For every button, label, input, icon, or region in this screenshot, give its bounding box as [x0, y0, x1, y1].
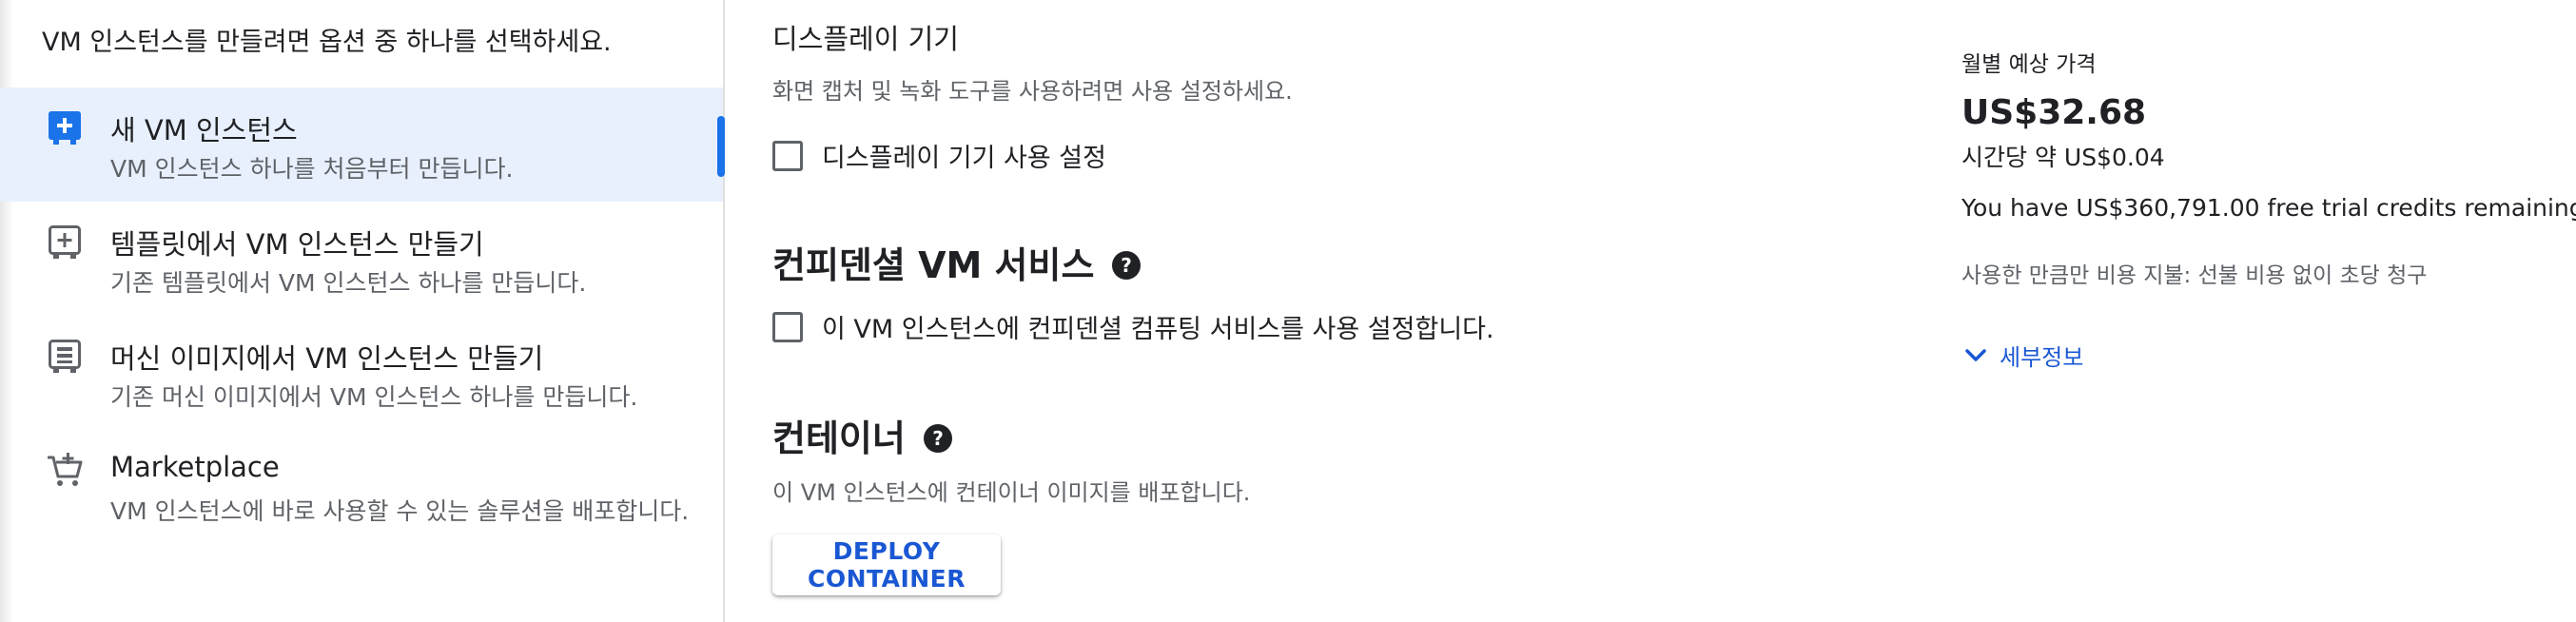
- confidential-vm-checkbox[interactable]: [772, 311, 803, 342]
- display-device-checkbox-label: 디스플레이 기기 사용 설정: [822, 144, 1106, 173]
- trial-credits-text: You have US$360,791.00 free trial credit…: [1961, 194, 2576, 222]
- create-options-panel: VM 인스턴스를 만들려면 옵션 중 하나를 선택하세요. 새 VM 인스턴스 …: [0, 0, 725, 622]
- confidential-vm-checkbox-label: 이 VM 인스턴스에 컨피덴셜 컴퓨팅 서비스를 사용 설정합니다.: [822, 315, 1494, 344]
- container-title-text: 컨테이너: [772, 418, 906, 459]
- pricing-panel: 월별 예상 가격 US$32.68 시간당 약 US$0.04 You have…: [1916, 0, 2576, 622]
- option-title: 새 VM 인스턴스: [110, 114, 298, 146]
- machine-image-icon: [46, 337, 84, 375]
- deploy-container-button[interactable]: DEPLOY CONTAINER: [772, 535, 1001, 595]
- config-form: 디스플레이 기기 화면 캡처 및 녹화 도구를 사용하려면 사용 설정하세요. …: [727, 0, 1916, 622]
- marketplace-cart-icon: [46, 451, 84, 489]
- vm-create-page: VM 인스턴스를 만들려면 옵션 중 하나를 선택하세요. 새 VM 인스턴스 …: [0, 0, 2576, 622]
- option-desc: 기존 템플릿에서 VM 인스턴스 하나를 만듭니다.: [110, 269, 587, 297]
- svg-text:?: ?: [1122, 254, 1133, 277]
- confidential-vm-title-text: 컨피덴셜 VM 서비스: [772, 244, 1095, 286]
- help-icon[interactable]: ?: [923, 420, 953, 453]
- svg-text:?: ?: [932, 427, 944, 450]
- billing-note: 사용한 만큼만 비용 지불: 선불 비용 없이 초당 청구: [1961, 263, 2428, 288]
- confidential-vm-checkbox-row[interactable]: 이 VM 인스턴스에 컨피덴셜 컴퓨팅 서비스를 사용 설정합니다.: [772, 308, 1494, 345]
- hourly-price: 시간당 약 US$0.04: [1961, 144, 2165, 171]
- option-desc: 기존 머신 이미지에서 VM 인스턴스 하나를 만듭니다.: [110, 383, 638, 411]
- option-from-machine-image[interactable]: 머신 이미지에서 VM 인스턴스 만들기 기존 머신 이미지에서 VM 인스턴스…: [0, 316, 723, 430]
- help-icon[interactable]: ?: [1111, 247, 1142, 280]
- chevron-down-icon: [1965, 348, 1986, 361]
- options-intro: VM 인스턴스를 만들려면 옵션 중 하나를 선택하세요.: [42, 28, 612, 57]
- display-device-title: 디스플레이 기기: [772, 23, 959, 55]
- monthly-price: US$32.68: [1961, 93, 2147, 132]
- display-device-checkbox[interactable]: [772, 140, 803, 171]
- option-desc: VM 인스턴스에 바로 사용할 수 있는 솔루션을 배포합니다.: [110, 497, 690, 525]
- details-link-label: 세부정보: [2000, 344, 2084, 371]
- container-desc: 이 VM 인스턴스에 컨테이너 이미지를 배포합니다.: [772, 479, 1251, 506]
- display-device-checkbox-row[interactable]: 디스플레이 기기 사용 설정: [772, 137, 1106, 174]
- option-from-template[interactable]: 템플릿에서 VM 인스턴스 만들기 기존 템플릿에서 VM 인스턴스 하나를 만…: [0, 202, 723, 316]
- template-add-icon: [46, 223, 84, 261]
- option-title: 템플릿에서 VM 인스턴스 만들기: [110, 228, 484, 261]
- monthly-estimate-label: 월별 예상 가격: [1961, 52, 2097, 77]
- option-marketplace[interactable]: Marketplace VM 인스턴스에 바로 사용할 수 있는 솔루션을 배포…: [0, 430, 723, 544]
- option-title: Marketplace: [110, 451, 280, 483]
- container-title: 컨테이너 ?: [772, 409, 953, 461]
- details-toggle[interactable]: 세부정보: [1961, 339, 2083, 372]
- add-box-icon: [46, 108, 84, 146]
- display-device-desc: 화면 캡처 및 녹화 도구를 사용하려면 사용 설정하세요.: [772, 78, 1293, 105]
- scrollbar-thumb[interactable]: [717, 116, 725, 177]
- confidential-vm-title: 컨피덴셜 VM 서비스 ?: [772, 236, 1142, 288]
- option-new-vm[interactable]: 새 VM 인스턴스 VM 인스턴스 하나를 처음부터 만듭니다.: [0, 87, 723, 202]
- option-desc: VM 인스턴스 하나를 처음부터 만듭니다.: [110, 155, 514, 183]
- option-title: 머신 이미지에서 VM 인스턴스 만들기: [110, 342, 544, 375]
